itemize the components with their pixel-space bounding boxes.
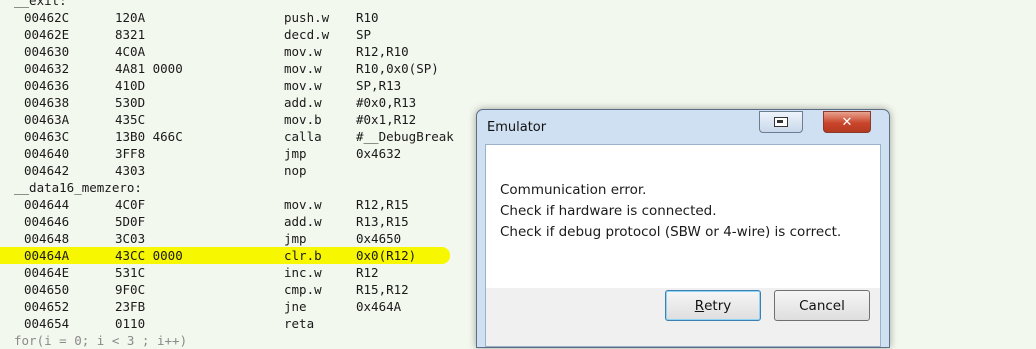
function-label: __exit:: [14, 0, 67, 8]
disasm-mnem: jne: [284, 299, 307, 314]
disasm-ops: R15,R12: [356, 282, 409, 297]
disasm-ops: 0x4650: [356, 231, 402, 246]
disasm-addr: 00463C: [24, 129, 70, 144]
disasm-row[interactable]: 004636 410D mov.w SP,R13: [0, 77, 1036, 94]
retry-label: etry: [704, 297, 732, 314]
disasm-addr: 004646: [24, 214, 70, 229]
disasm-ops: SP: [356, 27, 372, 42]
disasm-bytes: 5D0F: [115, 214, 146, 229]
message-line-2: Check if hardware is connected.: [500, 203, 717, 219]
disasm-bytes: 4A81 0000: [115, 61, 183, 76]
disasm-mnem: calla: [284, 129, 322, 144]
disasm-label-row[interactable]: __exit:: [0, 0, 1036, 9]
disasm-bytes: 120A: [115, 10, 146, 25]
disasm-bytes: 435C: [115, 112, 146, 127]
disasm-bytes: 0110: [115, 316, 146, 331]
dialog-titlebar[interactable]: Emulator ✕: [477, 110, 889, 144]
close-button[interactable]: ✕: [823, 111, 871, 133]
disasm-ops: R12,R10: [356, 44, 409, 59]
disasm-bytes: 23FB: [115, 299, 146, 314]
disasm-ops: #0x0,R13: [356, 95, 417, 110]
close-icon: ✕: [841, 114, 853, 130]
disasm-row[interactable]: 00462E 8321 decd.w SP: [0, 26, 1036, 43]
disasm-mnem: mov.w: [284, 61, 322, 76]
disasm-addr: 00463A: [24, 112, 70, 127]
disasm-mnem: reta: [284, 316, 315, 331]
disasm-mnem: decd.w: [284, 27, 330, 42]
disasm-mnem: jmp: [284, 146, 307, 161]
disasm-ops: R12: [356, 265, 379, 280]
disasm-row[interactable]: 00464A 43CC 0000 clr.b 0x0(R12): [0, 247, 450, 264]
message-line-1: Communication error.: [500, 182, 647, 198]
message-area: Communication error. Check if hardware i…: [486, 145, 880, 288]
disasm-ops: 0x464A: [356, 299, 402, 314]
disasm-addr: 004640: [24, 146, 70, 161]
disasm-bytes: 43CC 0000: [115, 248, 183, 263]
message-line-3: Check if debug protocol (SBW or 4-wire) …: [500, 224, 842, 240]
disasm-addr: 004630: [24, 44, 70, 59]
disasm-addr: 00464A: [24, 248, 70, 263]
disasm-addr: 004654: [24, 316, 70, 331]
disasm-ops: R10: [356, 10, 379, 25]
disasm-mnem: mov.w: [284, 78, 322, 93]
disasm-bytes: 410D: [115, 78, 146, 93]
disasm-mnem: cmp.w: [284, 282, 322, 297]
disasm-mnem: mov.w: [284, 44, 322, 59]
restore-icon: [774, 117, 788, 127]
disasm-bytes: 4303: [115, 163, 146, 178]
function-label: __data16_memzero:: [14, 180, 142, 195]
disasm-addr: 004638: [24, 95, 70, 110]
disasm-addr: 004652: [24, 299, 70, 314]
disasm-bytes: 531C: [115, 265, 146, 280]
disasm-row[interactable]: 004630 4C0A mov.w R12,R10: [0, 43, 1036, 60]
disasm-ops: R10,0x0(SP): [356, 61, 439, 76]
cancel-label: Cancel: [799, 297, 845, 314]
dialog-title: Emulator: [487, 120, 547, 135]
disasm-bytes: 3C03: [115, 231, 146, 246]
disasm-bytes: 4C0A: [115, 44, 146, 59]
disasm-addr: 004636: [24, 78, 70, 93]
disasm-addr: 00462C: [24, 10, 70, 25]
disasm-ops: 0x4632: [356, 146, 402, 161]
disasm-addr: 00464E: [24, 265, 70, 280]
retry-button[interactable]: Retry: [665, 290, 761, 321]
disasm-bytes: 9F0C: [115, 282, 146, 297]
disasm-ops: SP,R13: [356, 78, 402, 93]
disasm-mnem: push.w: [284, 10, 330, 25]
disasm-mnem: inc.w: [284, 265, 322, 280]
disasm-addr: 004642: [24, 163, 70, 178]
disasm-ops: R12,R15: [356, 197, 409, 212]
source-text: for(i = 0; i < 3 ; i++): [14, 333, 188, 348]
disasm-ops: #0x1,R12: [356, 112, 417, 127]
disasm-bytes: 4C0F: [115, 197, 146, 212]
disasm-mnem: add.w: [284, 214, 322, 229]
retry-mnemonic: R: [694, 297, 705, 314]
disasm-addr: 004644: [24, 197, 70, 212]
emulator-dialog: Emulator ✕ Communication error. Check if…: [476, 109, 890, 348]
disasm-bytes: 3FF8: [115, 146, 146, 161]
disasm-mnem: mov.w: [284, 197, 322, 212]
dialog-client: Communication error. Check if hardware i…: [485, 144, 881, 347]
disasm-addr: 004632: [24, 61, 70, 76]
disasm-mnem: mov.b: [284, 112, 322, 127]
disasm-mnem: nop: [284, 163, 307, 178]
disasm-bytes: 8321: [115, 27, 146, 42]
disasm-mnem: jmp: [284, 231, 307, 246]
disasm-addr: 004650: [24, 282, 70, 297]
disasm-row[interactable]: 004632 4A81 0000 mov.w R10,0x0(SP): [0, 60, 1036, 77]
disasm-mnem: add.w: [284, 95, 322, 110]
disasm-bytes: 530D: [115, 95, 146, 110]
disasm-mnem: clr.b: [284, 248, 322, 263]
disasm-addr: 004648: [24, 231, 70, 246]
disasm-row[interactable]: 00462C 120A push.w R10: [0, 9, 1036, 26]
disasm-bytes: 13B0 466C: [115, 129, 183, 144]
disasm-ops: R13,R15: [356, 214, 409, 229]
disasm-addr: 00462E: [24, 27, 70, 42]
restore-button[interactable]: [759, 111, 803, 133]
cancel-button[interactable]: Cancel: [774, 290, 870, 321]
disasm-ops: #__DebugBreak: [356, 129, 454, 144]
disasm-ops: 0x0(R12): [356, 248, 417, 263]
